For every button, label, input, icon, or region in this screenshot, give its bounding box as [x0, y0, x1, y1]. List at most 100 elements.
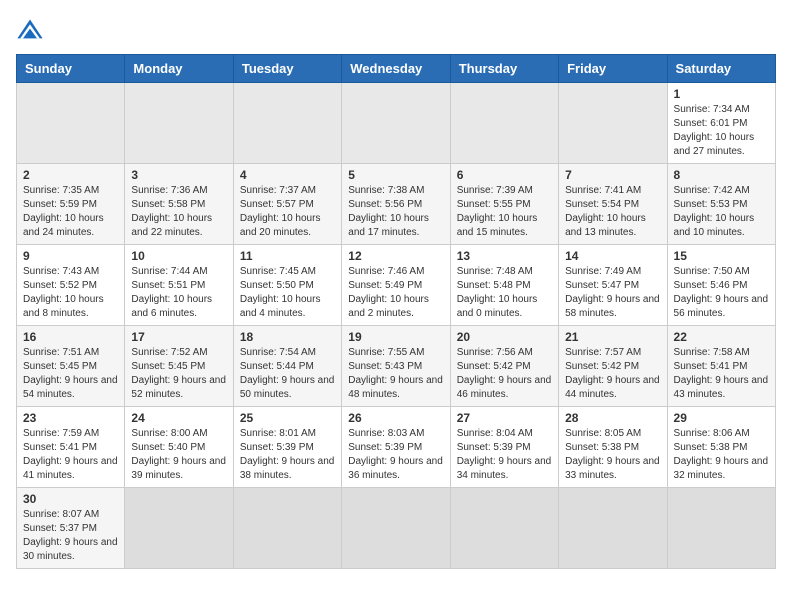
week-row-1: 2 Sunrise: 7:35 AM Sunset: 5:59 PM Daylig…	[17, 164, 776, 245]
header-day-sunday: Sunday	[17, 55, 125, 83]
day-info: Sunrise: 7:50 AM Sunset: 5:46 PM Dayligh…	[674, 265, 769, 321]
day-info: Sunrise: 7:46 AM Sunset: 5:49 PM Dayligh…	[348, 265, 443, 321]
day-cell: 5 Sunrise: 7:38 AM Sunset: 5:56 PM Daylig…	[342, 164, 450, 245]
day-number: 27	[457, 411, 552, 425]
day-info: Sunrise: 7:49 AM Sunset: 5:47 PM Dayligh…	[565, 265, 660, 321]
day-cell	[559, 488, 667, 569]
day-cell: 19 Sunrise: 7:55 AM Sunset: 5:43 PM Dayli…	[342, 326, 450, 407]
day-cell: 29 Sunrise: 8:06 AM Sunset: 5:38 PM Dayli…	[667, 407, 775, 488]
day-number: 4	[240, 168, 335, 182]
day-number: 22	[674, 330, 769, 344]
day-number: 29	[674, 411, 769, 425]
day-cell: 27 Sunrise: 8:04 AM Sunset: 5:39 PM Dayli…	[450, 407, 558, 488]
page-header	[16, 16, 776, 44]
header-day-wednesday: Wednesday	[342, 55, 450, 83]
day-cell: 23 Sunrise: 7:59 AM Sunset: 5:41 PM Dayli…	[17, 407, 125, 488]
day-cell: 25 Sunrise: 8:01 AM Sunset: 5:39 PM Dayli…	[233, 407, 341, 488]
day-number: 10	[131, 249, 226, 263]
day-info: Sunrise: 7:59 AM Sunset: 5:41 PM Dayligh…	[23, 427, 118, 483]
day-cell: 21Sunrise: 7:57 AM Sunset: 5:42 PM Dayli…	[559, 326, 667, 407]
week-row-3: 16Sunrise: 7:51 AM Sunset: 5:45 PM Dayli…	[17, 326, 776, 407]
day-cell: 13Sunrise: 7:48 AM Sunset: 5:48 PM Dayli…	[450, 245, 558, 326]
day-cell	[667, 488, 775, 569]
day-info: Sunrise: 7:57 AM Sunset: 5:42 PM Dayligh…	[565, 346, 660, 402]
day-cell: 28 Sunrise: 8:05 AM Sunset: 5:38 PM Dayli…	[559, 407, 667, 488]
day-info: Sunrise: 8:04 AM Sunset: 5:39 PM Dayligh…	[457, 427, 552, 483]
day-cell: 6 Sunrise: 7:39 AM Sunset: 5:55 PM Daylig…	[450, 164, 558, 245]
week-row-2: 9Sunrise: 7:43 AM Sunset: 5:52 PM Daylig…	[17, 245, 776, 326]
day-cell: 10 Sunrise: 7:44 AM Sunset: 5:51 PM Dayli…	[125, 245, 233, 326]
day-info: Sunrise: 7:52 AM Sunset: 5:45 PM Dayligh…	[131, 346, 226, 402]
day-info: Sunrise: 7:42 AM Sunset: 5:53 PM Dayligh…	[674, 184, 769, 240]
day-info: Sunrise: 7:37 AM Sunset: 5:57 PM Dayligh…	[240, 184, 335, 240]
day-number: 2	[23, 168, 118, 182]
day-cell: 24 Sunrise: 8:00 AM Sunset: 5:40 PM Dayli…	[125, 407, 233, 488]
day-number: 14	[565, 249, 660, 263]
day-cell	[125, 488, 233, 569]
day-info: Sunrise: 7:58 AM Sunset: 5:41 PM Dayligh…	[674, 346, 769, 402]
day-cell	[450, 488, 558, 569]
day-info: Sunrise: 7:34 AM Sunset: 6:01 PM Dayligh…	[674, 103, 769, 159]
day-info: Sunrise: 7:51 AM Sunset: 5:45 PM Dayligh…	[23, 346, 118, 402]
week-row-5: 30 Sunrise: 8:07 AM Sunset: 5:37 PM Dayli…	[17, 488, 776, 569]
day-info: Sunrise: 8:05 AM Sunset: 5:38 PM Dayligh…	[565, 427, 660, 483]
day-info: Sunrise: 7:44 AM Sunset: 5:51 PM Dayligh…	[131, 265, 226, 321]
day-cell	[125, 83, 233, 164]
day-number: 25	[240, 411, 335, 425]
day-number: 5	[348, 168, 443, 182]
day-info: Sunrise: 7:41 AM Sunset: 5:54 PM Dayligh…	[565, 184, 660, 240]
day-info: Sunrise: 7:48 AM Sunset: 5:48 PM Dayligh…	[457, 265, 552, 321]
day-info: Sunrise: 7:35 AM Sunset: 5:59 PM Dayligh…	[23, 184, 118, 240]
day-number: 15	[674, 249, 769, 263]
day-number: 12	[348, 249, 443, 263]
day-cell	[342, 83, 450, 164]
day-number: 6	[457, 168, 552, 182]
day-number: 24	[131, 411, 226, 425]
day-number: 3	[131, 168, 226, 182]
day-info: Sunrise: 7:56 AM Sunset: 5:42 PM Dayligh…	[457, 346, 552, 402]
day-info: Sunrise: 8:01 AM Sunset: 5:39 PM Dayligh…	[240, 427, 335, 483]
logo-icon	[16, 16, 44, 44]
day-number: 1	[674, 87, 769, 101]
header-day-monday: Monday	[125, 55, 233, 83]
day-info: Sunrise: 7:55 AM Sunset: 5:43 PM Dayligh…	[348, 346, 443, 402]
day-cell	[233, 83, 341, 164]
day-info: Sunrise: 7:54 AM Sunset: 5:44 PM Dayligh…	[240, 346, 335, 402]
day-cell: 12 Sunrise: 7:46 AM Sunset: 5:49 PM Dayli…	[342, 245, 450, 326]
day-number: 18	[240, 330, 335, 344]
day-number: 23	[23, 411, 118, 425]
day-number: 30	[23, 492, 118, 506]
day-info: Sunrise: 7:43 AM Sunset: 5:52 PM Dayligh…	[23, 265, 118, 321]
day-cell: 15 Sunrise: 7:50 AM Sunset: 5:46 PM Dayli…	[667, 245, 775, 326]
header-day-friday: Friday	[559, 55, 667, 83]
header-row: SundayMondayTuesdayWednesdayThursdayFrid…	[17, 55, 776, 83]
day-info: Sunrise: 7:39 AM Sunset: 5:55 PM Dayligh…	[457, 184, 552, 240]
day-number: 28	[565, 411, 660, 425]
day-cell: 2 Sunrise: 7:35 AM Sunset: 5:59 PM Daylig…	[17, 164, 125, 245]
week-row-4: 23 Sunrise: 7:59 AM Sunset: 5:41 PM Dayli…	[17, 407, 776, 488]
day-info: Sunrise: 8:00 AM Sunset: 5:40 PM Dayligh…	[131, 427, 226, 483]
day-cell: 9Sunrise: 7:43 AM Sunset: 5:52 PM Daylig…	[17, 245, 125, 326]
day-number: 19	[348, 330, 443, 344]
day-info: Sunrise: 8:07 AM Sunset: 5:37 PM Dayligh…	[23, 508, 118, 564]
day-number: 26	[348, 411, 443, 425]
header-day-saturday: Saturday	[667, 55, 775, 83]
day-cell: 17Sunrise: 7:52 AM Sunset: 5:45 PM Dayli…	[125, 326, 233, 407]
week-row-0: 1 Sunrise: 7:34 AM Sunset: 6:01 PM Daylig…	[17, 83, 776, 164]
day-cell: 8 Sunrise: 7:42 AM Sunset: 5:53 PM Daylig…	[667, 164, 775, 245]
header-day-thursday: Thursday	[450, 55, 558, 83]
day-info: Sunrise: 7:45 AM Sunset: 5:50 PM Dayligh…	[240, 265, 335, 321]
calendar-body: 1 Sunrise: 7:34 AM Sunset: 6:01 PM Daylig…	[17, 83, 776, 569]
day-cell: 1 Sunrise: 7:34 AM Sunset: 6:01 PM Daylig…	[667, 83, 775, 164]
day-cell: 14 Sunrise: 7:49 AM Sunset: 5:47 PM Dayli…	[559, 245, 667, 326]
day-cell	[233, 488, 341, 569]
day-number: 11	[240, 249, 335, 263]
day-cell	[559, 83, 667, 164]
day-info: Sunrise: 8:06 AM Sunset: 5:38 PM Dayligh…	[674, 427, 769, 483]
day-info: Sunrise: 7:36 AM Sunset: 5:58 PM Dayligh…	[131, 184, 226, 240]
day-cell: 4 Sunrise: 7:37 AM Sunset: 5:57 PM Daylig…	[233, 164, 341, 245]
day-number: 8	[674, 168, 769, 182]
day-info: Sunrise: 7:38 AM Sunset: 5:56 PM Dayligh…	[348, 184, 443, 240]
day-cell: 3 Sunrise: 7:36 AM Sunset: 5:58 PM Daylig…	[125, 164, 233, 245]
day-info: Sunrise: 8:03 AM Sunset: 5:39 PM Dayligh…	[348, 427, 443, 483]
